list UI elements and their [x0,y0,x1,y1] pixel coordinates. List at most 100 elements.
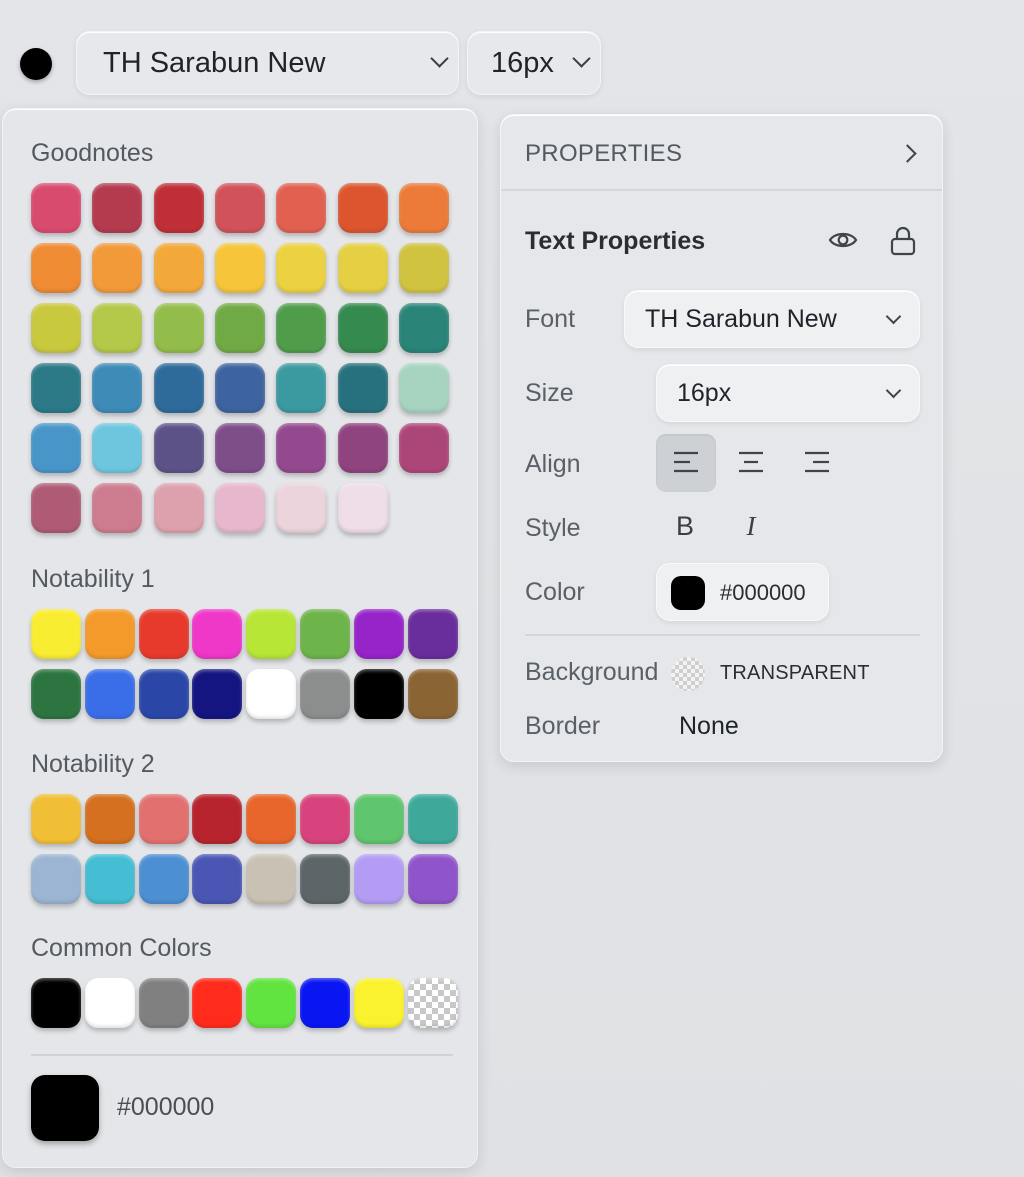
color-swatch[interactable] [138,854,189,904]
color-swatch[interactable] [398,303,449,353]
color-swatch[interactable] [92,423,143,473]
color-swatch[interactable] [153,303,204,353]
color-swatch[interactable] [92,183,143,233]
color-swatch[interactable] [138,794,189,844]
color-swatch[interactable] [31,669,81,719]
color-swatch[interactable] [300,978,350,1028]
color-swatch[interactable] [31,243,81,293]
color-swatch[interactable] [337,423,388,473]
size-select[interactable]: 16px [656,364,920,422]
color-swatch[interactable] [192,794,243,844]
color-swatch[interactable] [300,794,350,844]
color-swatch[interactable] [138,609,189,659]
color-swatch[interactable] [92,243,143,293]
color-swatch[interactable] [353,854,404,904]
text-color-button[interactable] [20,48,52,80]
color-swatch[interactable] [398,363,449,413]
color-swatch[interactable] [407,854,458,904]
color-swatch[interactable] [214,183,265,233]
color-swatch[interactable] [353,978,404,1028]
color-swatch[interactable] [407,794,458,844]
color-swatch[interactable] [276,183,327,233]
color-swatch[interactable] [31,609,81,659]
color-swatch[interactable] [337,483,388,533]
color-field[interactable]: #000000 [656,563,829,621]
color-swatch[interactable] [300,609,350,659]
color-swatch[interactable] [276,363,327,413]
color-swatch[interactable] [246,854,297,904]
color-swatch[interactable] [337,303,388,353]
color-swatch[interactable] [192,978,243,1028]
color-swatch[interactable] [407,609,458,659]
italic-button[interactable]: I [731,511,771,542]
size-dropdown[interactable]: 16px [467,31,601,95]
color-swatch[interactable] [192,669,243,719]
align-right-button[interactable] [787,434,847,492]
bold-button[interactable]: B [665,511,705,542]
color-swatch[interactable] [153,423,204,473]
color-swatch[interactable] [84,609,135,659]
color-swatch[interactable] [31,483,81,533]
color-swatch[interactable] [353,794,404,844]
color-swatch[interactable] [31,794,81,844]
color-swatch[interactable] [337,183,388,233]
color-swatch[interactable] [31,303,81,353]
chevron-right-icon[interactable] [898,144,917,163]
properties-header[interactable]: PROPERTIES [501,115,942,191]
color-swatch[interactable] [153,243,204,293]
color-swatch[interactable] [31,183,81,233]
color-swatch[interactable] [214,483,265,533]
color-swatch[interactable] [337,243,388,293]
color-swatch[interactable] [31,854,81,904]
color-swatch[interactable] [192,609,243,659]
color-swatch[interactable] [214,363,265,413]
color-swatch[interactable] [300,669,350,719]
color-swatch[interactable] [276,483,327,533]
color-swatch[interactable] [398,183,449,233]
color-swatch[interactable] [398,423,449,473]
color-swatch[interactable] [246,978,297,1028]
color-swatch[interactable] [246,669,297,719]
color-swatch[interactable] [214,243,265,293]
color-swatch[interactable] [214,423,265,473]
color-swatch[interactable] [92,303,143,353]
color-swatch[interactable] [398,243,449,293]
color-swatch[interactable] [31,363,81,413]
color-swatch[interactable] [84,978,135,1028]
color-swatch[interactable] [153,183,204,233]
color-swatch[interactable] [84,794,135,844]
color-swatch[interactable] [192,854,243,904]
color-swatch[interactable] [214,303,265,353]
color-swatch[interactable] [276,423,327,473]
color-swatch[interactable] [246,609,297,659]
color-swatch[interactable] [31,423,81,473]
color-swatch[interactable] [276,303,327,353]
font-dropdown[interactable]: TH Sarabun New [76,31,459,95]
color-swatch[interactable] [407,978,458,1028]
color-swatch[interactable] [353,609,404,659]
color-swatch[interactable] [407,669,458,719]
color-swatch[interactable] [246,794,297,844]
lock-icon[interactable] [889,225,917,257]
color-swatch[interactable] [84,669,135,719]
border-value[interactable]: None [679,712,739,741]
color-swatch[interactable] [153,363,204,413]
color-swatch[interactable] [300,854,350,904]
background-swatch[interactable] [671,657,705,691]
color-swatch[interactable] [92,483,143,533]
color-swatch[interactable] [84,854,135,904]
color-swatch[interactable] [138,978,189,1028]
divider [525,634,920,636]
color-swatch[interactable] [31,978,81,1028]
align-left-button[interactable] [656,434,716,492]
color-swatch[interactable] [353,669,404,719]
color-swatch[interactable] [276,243,327,293]
color-swatch[interactable] [138,669,189,719]
color-swatch[interactable] [153,483,204,533]
font-select[interactable]: TH Sarabun New [624,290,920,348]
current-color-swatch[interactable] [31,1075,99,1141]
eye-icon[interactable] [828,229,858,251]
align-center-button[interactable] [721,434,781,492]
color-swatch[interactable] [337,363,388,413]
color-swatch[interactable] [92,363,143,413]
